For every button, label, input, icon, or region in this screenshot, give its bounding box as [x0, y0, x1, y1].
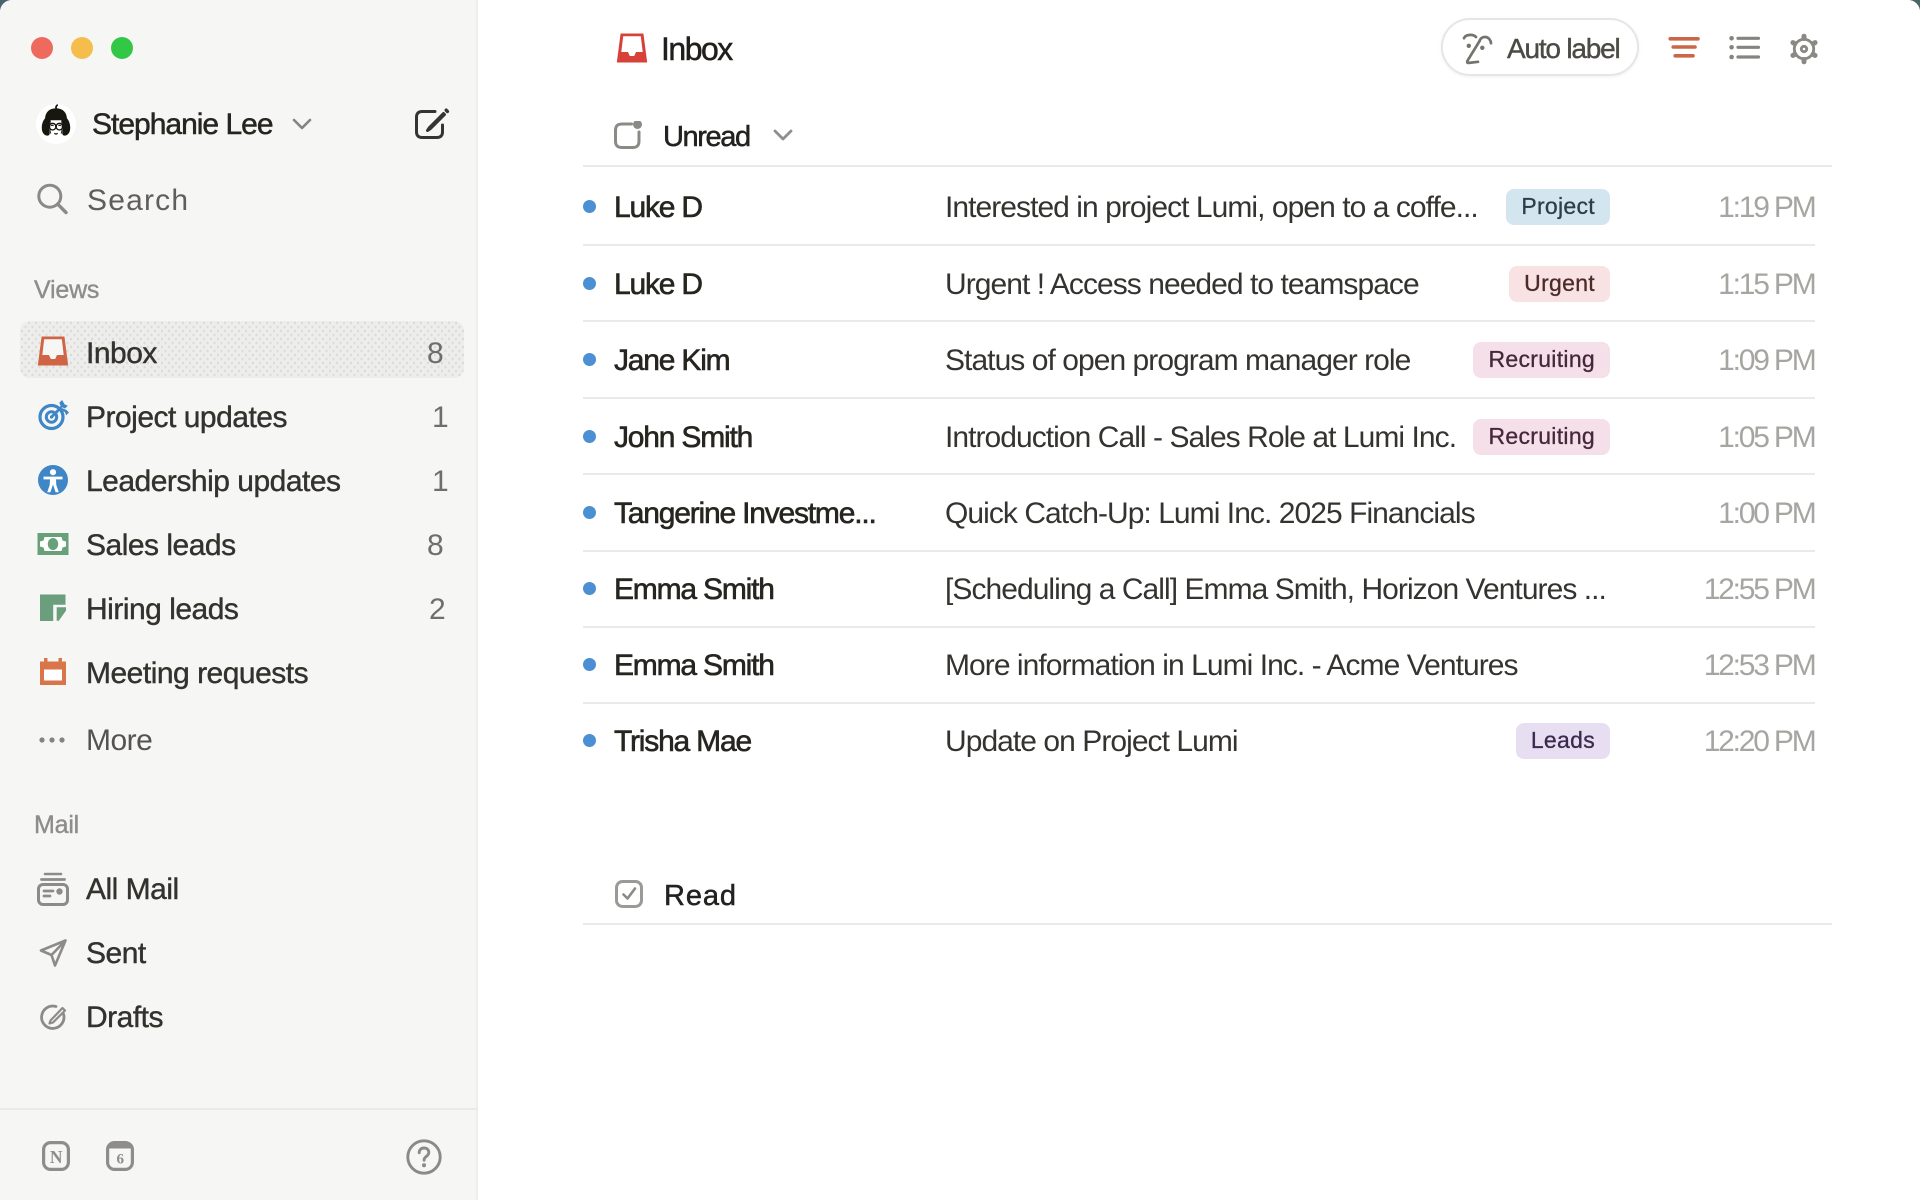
- svg-text:N: N: [50, 1147, 63, 1167]
- svg-text:6: 6: [116, 1152, 124, 1168]
